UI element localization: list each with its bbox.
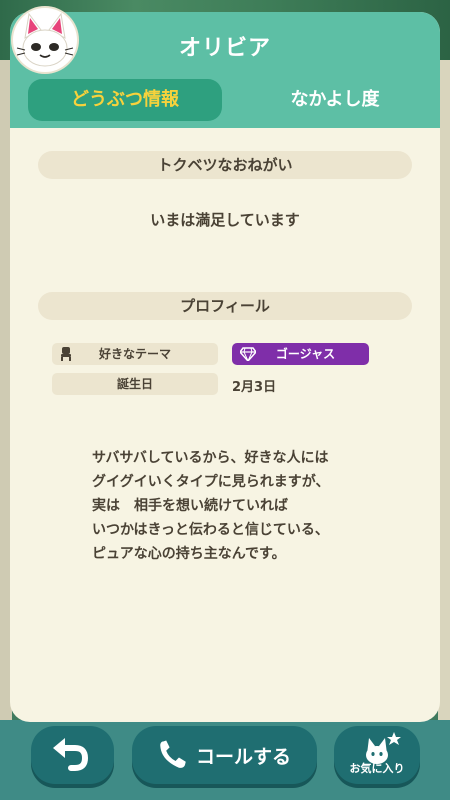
tab-friendship[interactable]: なかよし度 [240,79,430,121]
description-line: いつかはきっと伝わると信じている、 [92,522,329,538]
birthday-value: 2月3日 [232,380,277,395]
villager-avatar [13,8,77,72]
favorite-theme-label-text: 好きなテーマ [98,347,171,361]
favorite-button-label: お気に入り [349,762,405,775]
call-button[interactable]: コールする [132,726,317,784]
cat-face-icon [16,12,74,67]
description-line: サバサバしているから、好きな人には [92,450,329,466]
special-request-text: いまは満足しています [150,211,300,229]
special-request-heading: トクベツなおねがい [38,151,412,179]
birthday-label-text: 誕生日 [116,377,153,391]
call-button-label: コールする [196,746,292,768]
villager-description: サバサバしているから、好きな人には グイグイいくタイプに見られますが、 実は 相… [92,446,392,566]
profile-heading: プロフィール [38,292,412,320]
favorite-theme-value: ゴージャス [275,347,336,361]
favorite-button[interactable]: お気に入り [334,726,420,784]
description-line: 実は 相手を想い続けていれば [92,498,288,514]
description-line: ピュアな心の持ち主なんです。 [92,546,286,562]
favorite-theme-badge: ゴージャス [232,343,369,365]
favorite-theme-label: 好きなテーマ [52,343,218,365]
back-arrow-icon [53,738,89,771]
villager-info-panel: オリビア どうぶつ情報 なかよし度 トクベツなおねがい いまは満足しています プ… [10,12,440,722]
phone-icon [160,740,186,768]
back-button[interactable] [31,726,114,784]
description-line: グイグイいくタイプに見られますが、 [92,474,330,490]
birthday-label: 誕生日 [52,373,218,395]
tab-animal-info[interactable]: どうぶつ情報 [28,79,222,121]
